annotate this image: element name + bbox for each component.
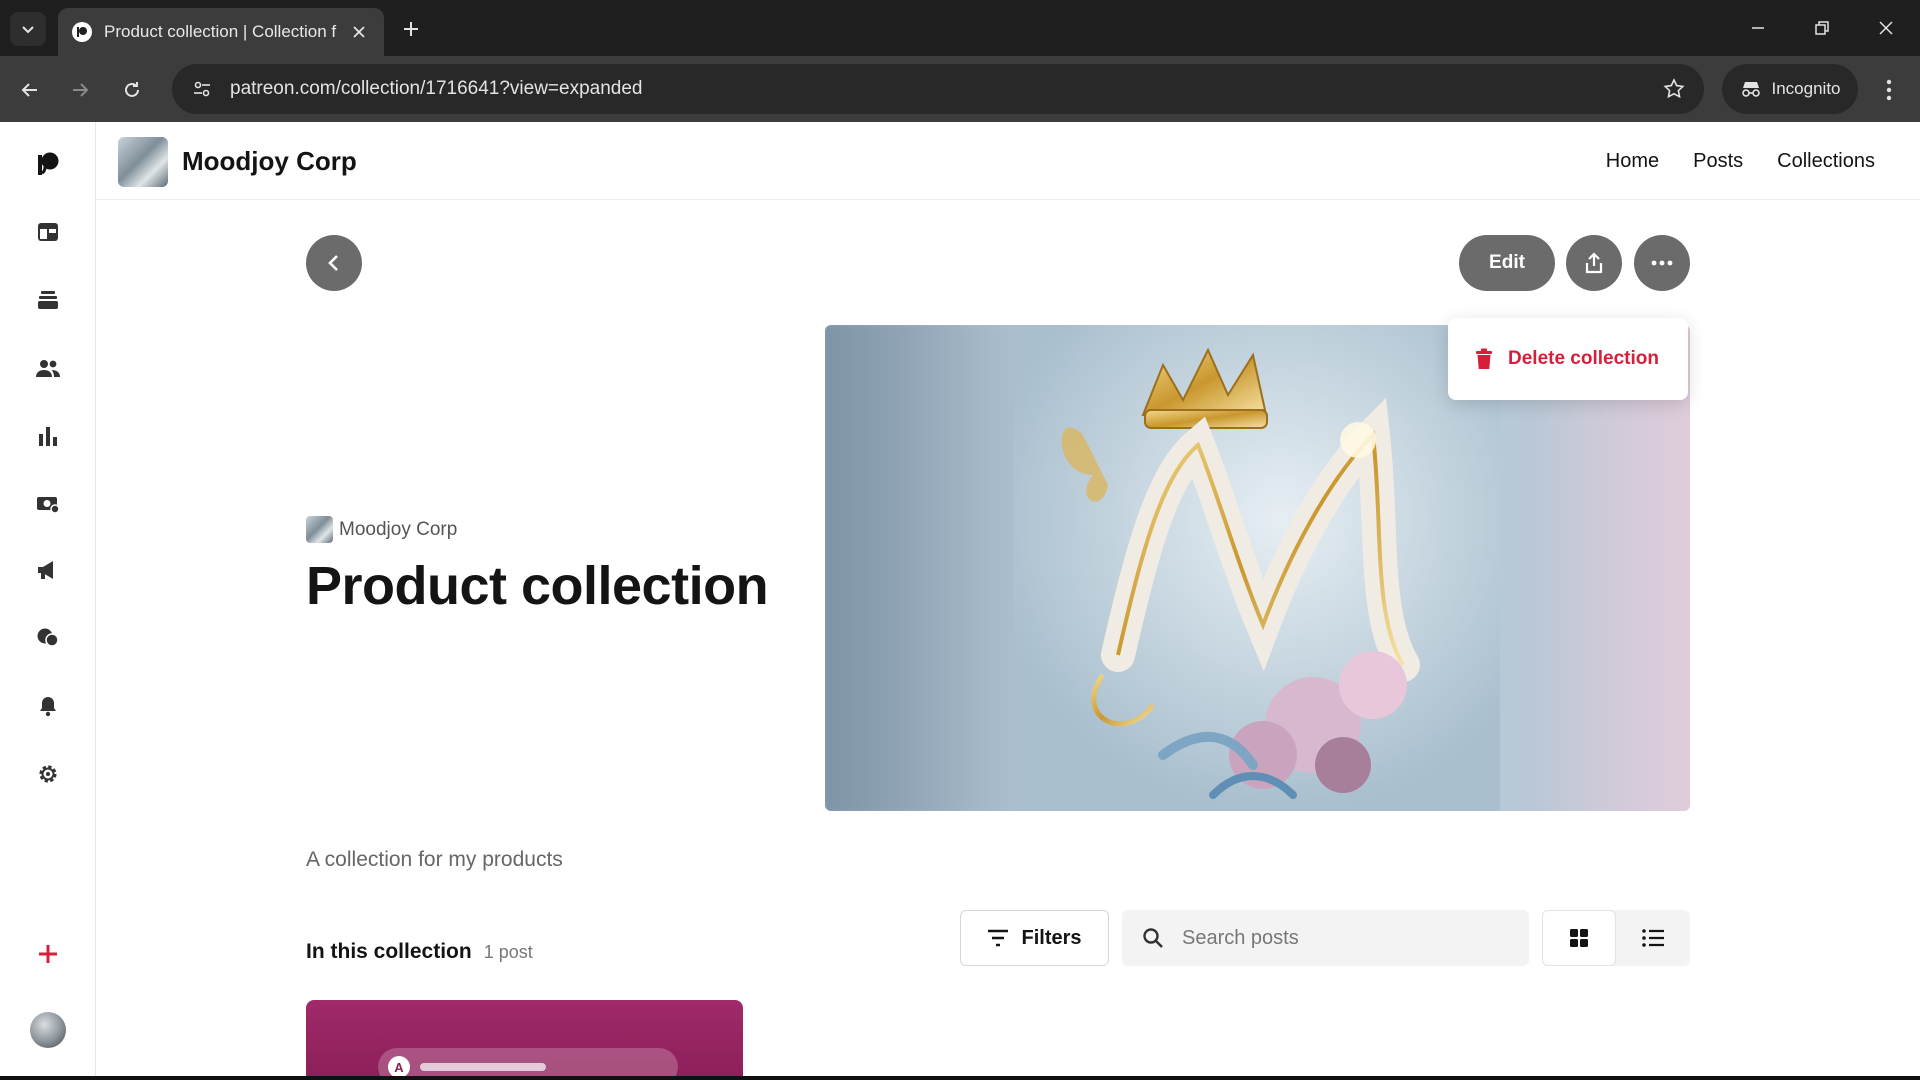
- list-icon: [1642, 929, 1664, 947]
- grid-view-button[interactable]: [1542, 910, 1616, 966]
- more-options-menu: Delete collection: [1448, 318, 1688, 400]
- promotions-megaphone-icon[interactable]: [30, 552, 66, 588]
- browser-tab-bar: Product collection | Collection f: [0, 0, 1920, 56]
- creator-nav: Home Posts Collections: [1606, 150, 1875, 173]
- minimize-icon[interactable]: [1738, 10, 1778, 46]
- filters-button[interactable]: Filters: [960, 910, 1109, 966]
- more-dots-icon: [1651, 260, 1673, 266]
- user-avatar[interactable]: [30, 1012, 66, 1048]
- create-plus-icon[interactable]: [30, 936, 66, 972]
- reload-icon[interactable]: [114, 72, 150, 108]
- new-tab-icon[interactable]: [396, 14, 426, 44]
- window-close-icon[interactable]: [1866, 10, 1906, 46]
- tab-search-button[interactable]: [10, 12, 46, 46]
- creator-name[interactable]: Moodjoy Corp: [182, 146, 357, 177]
- post-count: 1 post: [483, 942, 533, 962]
- window-bottom-edge: [0, 1076, 1920, 1080]
- collection-creator[interactable]: Moodjoy Corp: [306, 516, 457, 543]
- forward-arrow-icon[interactable]: [62, 72, 98, 108]
- more-options-button[interactable]: [1634, 235, 1690, 291]
- bookmark-star-icon[interactable]: [1662, 77, 1686, 106]
- back-button[interactable]: [306, 235, 362, 291]
- chats-icon[interactable]: [30, 620, 66, 656]
- page-title: Product collection: [306, 556, 769, 616]
- creator-chip-avatar: [306, 516, 333, 543]
- back-arrow-icon[interactable]: [12, 72, 48, 108]
- post-card[interactable]: A: [306, 1000, 743, 1080]
- search-posts-input[interactable]: [1182, 926, 1502, 950]
- collection-posts-heading: In this collection 1 post: [306, 940, 533, 964]
- incognito-icon: [1741, 82, 1760, 97]
- url-text: patreon.com/collection/1716641?view=expa…: [230, 78, 643, 99]
- nav-posts[interactable]: Posts: [1693, 150, 1743, 173]
- tab-close-icon[interactable]: [348, 21, 370, 43]
- payouts-icon[interactable]: [30, 486, 66, 522]
- monogram-crown-artwork: [1013, 325, 1500, 811]
- list-view-button[interactable]: [1616, 910, 1690, 966]
- notifications-bell-icon[interactable]: [30, 688, 66, 724]
- tab-title: Product collection | Collection f: [104, 22, 337, 41]
- creator-avatar[interactable]: [118, 137, 168, 187]
- chevron-left-icon: [328, 255, 338, 271]
- patreon-favicon-icon: [72, 22, 92, 42]
- search-icon: [1143, 928, 1163, 948]
- creator-chip-name: Moodjoy Corp: [339, 518, 458, 540]
- grid-icon: [1570, 929, 1588, 947]
- chevron-down-icon: [22, 26, 34, 34]
- incognito-badge[interactable]: Incognito: [1722, 64, 1858, 114]
- browser-menu-icon[interactable]: [1874, 72, 1904, 108]
- share-button[interactable]: [1566, 235, 1622, 291]
- dashboard-icon[interactable]: [30, 214, 66, 250]
- patreon-logo-icon[interactable]: [30, 146, 66, 182]
- search-posts-box[interactable]: [1122, 910, 1529, 966]
- incognito-label: Incognito: [1771, 79, 1841, 98]
- browser-toolbar: patreon.com/collection/1716641?view=expa…: [0, 56, 1920, 122]
- audience-icon[interactable]: [30, 350, 66, 386]
- post-title-placeholder: [420, 1063, 546, 1071]
- browser-tab-active[interactable]: Product collection | Collection f: [58, 8, 384, 56]
- settings-gear-icon[interactable]: [30, 756, 66, 792]
- filters-label: Filters: [1021, 926, 1082, 949]
- collection-description: A collection for my products: [306, 848, 563, 871]
- edit-collection-button[interactable]: Edit: [1459, 235, 1555, 291]
- trash-icon: [1476, 348, 1492, 369]
- view-toggle: [1542, 910, 1690, 966]
- in-collection-label: In this collection: [306, 940, 472, 963]
- insights-chart-icon[interactable]: [30, 418, 66, 454]
- filter-icon: [988, 929, 1009, 947]
- site-info-icon[interactable]: [182, 79, 222, 99]
- restore-icon[interactable]: [1802, 10, 1842, 46]
- creator-header: Moodjoy Corp Home Posts Collections: [96, 122, 1920, 200]
- nav-collections[interactable]: Collections: [1777, 150, 1875, 173]
- address-bar[interactable]: patreon.com/collection/1716641?view=expa…: [172, 64, 1704, 114]
- delete-collection-item[interactable]: Delete collection: [1508, 348, 1659, 370]
- share-icon: [1585, 252, 1603, 274]
- library-icon[interactable]: [30, 282, 66, 318]
- nav-home[interactable]: Home: [1606, 150, 1659, 173]
- post-avatar-letter: A: [388, 1056, 410, 1078]
- creator-sidebar: [0, 122, 96, 1080]
